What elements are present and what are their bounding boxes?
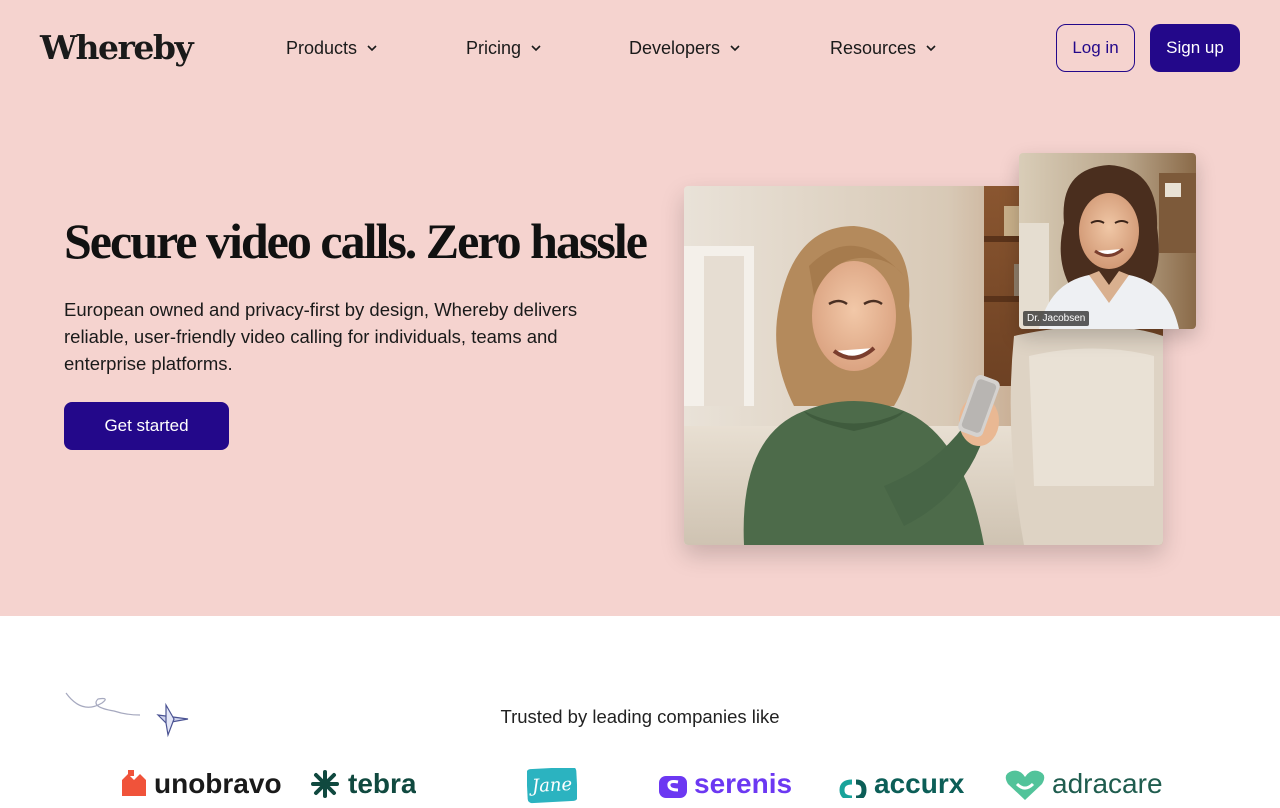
chevron-down-icon bbox=[531, 45, 541, 52]
serenis-mark-icon bbox=[659, 776, 687, 798]
nav-resources-label: Resources bbox=[830, 37, 917, 58]
doctor-portrait-illustration bbox=[1019, 153, 1196, 329]
logo-unobravo: unobravo bbox=[120, 768, 282, 808]
hero-title: Secure video calls. Zero hassle bbox=[64, 213, 648, 269]
logo-accurx-text: accurx bbox=[874, 768, 965, 799]
nav-pricing-label: Pricing bbox=[466, 37, 522, 58]
accurx-mark-icon bbox=[839, 779, 867, 798]
nav-products-label: Products bbox=[286, 37, 358, 58]
partner-logos: unobravo tebra Jane serenis accurx adrac… bbox=[0, 768, 1280, 804]
nav-pricing[interactable]: Pricing bbox=[466, 36, 543, 60]
chevron-down-icon bbox=[367, 45, 377, 52]
logo-jane-text: Jane bbox=[527, 768, 577, 804]
logo-adracare: adracare bbox=[1004, 768, 1163, 808]
trusted-heading: Trusted by leading companies like bbox=[500, 706, 780, 727]
nav-developers[interactable]: Developers bbox=[629, 36, 742, 60]
signup-button[interactable]: Sign up bbox=[1150, 24, 1240, 72]
unobravo-mark-icon bbox=[122, 770, 146, 796]
adracare-heart-icon bbox=[1005, 770, 1045, 800]
chevron-down-icon bbox=[926, 45, 936, 52]
nav-resources[interactable]: Resources bbox=[830, 36, 938, 60]
nav-developers-label: Developers bbox=[629, 37, 721, 58]
pip-participant-name: Dr. Jacobsen bbox=[1023, 311, 1090, 326]
logo-accurx: accurx bbox=[838, 768, 964, 808]
login-button[interactable]: Log in bbox=[1056, 24, 1135, 72]
logo-jane: Jane bbox=[527, 768, 577, 808]
nav-products[interactable]: Products bbox=[286, 36, 379, 60]
hero-description: European owned and privacy-first by desi… bbox=[64, 299, 578, 374]
get-started-button[interactable]: Get started bbox=[64, 402, 229, 450]
logo-serenis: serenis bbox=[658, 768, 792, 808]
logo-adracare-text: adracare bbox=[1052, 768, 1163, 799]
logo-tebra-text: tebra bbox=[348, 768, 417, 799]
logo-serenis-text: serenis bbox=[694, 768, 793, 799]
logo-unobravo-text: unobravo bbox=[154, 768, 282, 799]
chevron-down-icon bbox=[730, 45, 740, 52]
whereby-logo[interactable]: Whereby bbox=[40, 28, 194, 67]
tebra-mark-icon bbox=[311, 770, 339, 798]
logo-tebra: tebra bbox=[308, 768, 416, 808]
pip-video-image: Dr. Jacobsen bbox=[1019, 153, 1196, 329]
